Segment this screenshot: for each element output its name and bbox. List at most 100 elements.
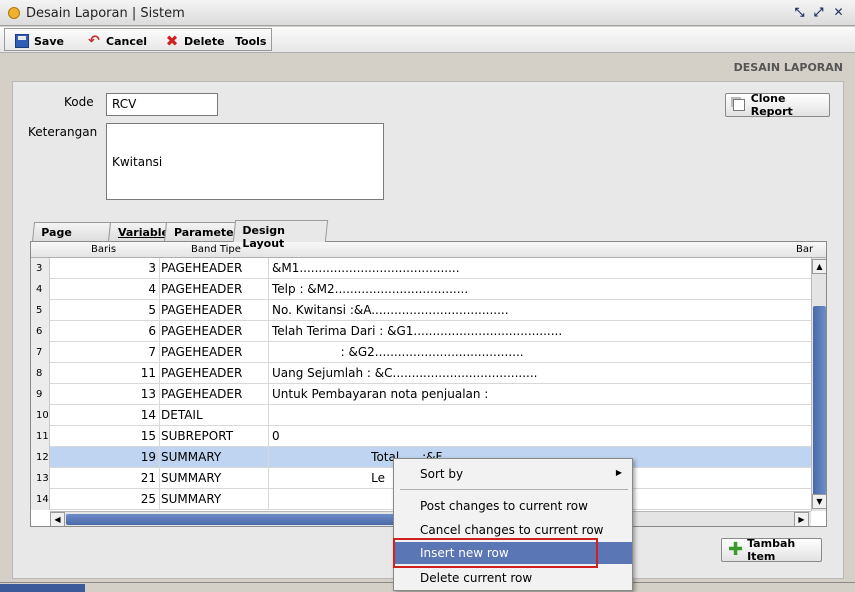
page-title: DESAIN LAPORAN xyxy=(733,61,843,74)
save-label: Save xyxy=(34,34,64,48)
cell-text[interactable]: Uang Sejumlah : &C......................… xyxy=(272,363,792,384)
cancel-label: Cancel xyxy=(106,34,148,48)
table-row[interactable]: 9 13 PAGEHEADER Untuk Pembayaran nota penju… xyxy=(31,384,811,405)
toolbar: Save ↶ Cancel ✖ Delete Tools xyxy=(0,27,855,53)
row-index[interactable]: 6 xyxy=(31,321,50,342)
row-index[interactable]: 11 xyxy=(31,426,50,447)
table-row[interactable]: 7 7 PAGEHEADER : &G2......................… xyxy=(31,342,811,363)
cell-baris[interactable]: 3 xyxy=(50,258,160,279)
vertical-scrollbar[interactable]: ▲ ▼ xyxy=(811,258,826,511)
cell-band-tipe[interactable]: PAGEHEADER xyxy=(160,300,269,321)
row-index[interactable]: 13 xyxy=(31,468,50,489)
cell-baris[interactable]: 21 xyxy=(50,468,160,489)
cell-baris[interactable]: 15 xyxy=(50,426,160,447)
cell-baris[interactable]: 7 xyxy=(50,342,160,363)
col-band-header[interactable]: Band Tipe xyxy=(191,244,241,255)
keterangan-field[interactable]: Kwitansi xyxy=(106,123,384,200)
cell-text[interactable]: &M1.....................................… xyxy=(272,258,792,279)
menu-sort-by[interactable]: Sort by ▶ xyxy=(394,463,632,485)
scroll-right-icon[interactable]: ▶ xyxy=(794,512,809,526)
cell-baris[interactable]: 11 xyxy=(50,363,160,384)
cell-band-tipe[interactable]: DETAIL xyxy=(160,405,269,426)
tab-variable[interactable]: Variable xyxy=(107,222,169,242)
vertical-scroll-thumb[interactable] xyxy=(813,306,826,496)
close-icon[interactable]: ✕ xyxy=(831,5,846,20)
cell-baris[interactable]: 19 xyxy=(50,447,160,468)
row-index[interactable]: 14 xyxy=(31,489,50,510)
cell-band-tipe[interactable]: SUBREPORT xyxy=(160,426,269,447)
horizontal-scroll-thumb[interactable] xyxy=(66,514,396,525)
tab-page-setup[interactable]: Page Setup xyxy=(31,222,112,252)
window-title: Desain Laporan | Sistem xyxy=(26,6,185,21)
row-index[interactable]: 7 xyxy=(31,342,50,363)
cell-band-tipe[interactable]: SUMMARY xyxy=(160,468,269,489)
cell-band-tipe[interactable]: PAGEHEADER xyxy=(160,363,269,384)
table-row[interactable]: 10 14 DETAIL xyxy=(31,405,811,426)
row-index[interactable]: 8 xyxy=(31,363,50,384)
cell-baris[interactable]: 4 xyxy=(50,279,160,300)
row-index[interactable]: 4 xyxy=(31,279,50,300)
window-titlebar: Desain Laporan | Sistem ⤡ ⤢ ✕ xyxy=(0,0,855,26)
cell-text[interactable]: Telah Terima Dari : &G1.................… xyxy=(272,321,792,342)
delete-button[interactable]: ✖ Delete xyxy=(165,33,225,49)
cell-text[interactable]: : &G2...................................… xyxy=(272,342,792,363)
undo-icon: ↶ xyxy=(88,33,100,49)
row-index[interactable]: 5 xyxy=(31,300,50,321)
table-row[interactable]: 5 5 PAGEHEADER No. Kwitansi :&A............… xyxy=(31,300,811,321)
cell-band-tipe[interactable]: PAGEHEADER xyxy=(160,258,269,279)
cell-text[interactable]: Telp : &M2..............................… xyxy=(272,279,792,300)
delete-x-icon: ✖ xyxy=(165,32,179,50)
table-row[interactable]: 4 4 PAGEHEADER Telp : &M2..................… xyxy=(31,279,811,300)
clone-report-button[interactable]: Clone Report xyxy=(725,92,830,118)
submenu-arrow-icon: ▶ xyxy=(615,468,622,477)
tab-parameter[interactable]: Parameter xyxy=(163,222,239,242)
cell-baris[interactable]: 5 xyxy=(50,300,160,321)
cell-band-tipe[interactable]: SUMMARY xyxy=(160,489,269,510)
cell-band-tipe[interactable]: PAGEHEADER xyxy=(160,384,269,405)
delete-label: Delete xyxy=(184,34,225,48)
cell-band-tipe[interactable]: PAGEHEADER xyxy=(160,321,269,342)
scroll-up-icon[interactable]: ▲ xyxy=(812,259,826,274)
row-index[interactable]: 3 xyxy=(31,258,50,279)
context-menu: Sort by ▶ Post changes to current row Ca… xyxy=(393,458,633,591)
cancel-button[interactable]: ↶ Cancel xyxy=(87,33,147,49)
cell-band-tipe[interactable]: PAGEHEADER xyxy=(160,279,269,300)
kode-field[interactable]: RCV xyxy=(106,93,218,116)
menu-separator xyxy=(400,489,628,490)
menu-delete-current-row[interactable]: Delete current row xyxy=(394,567,632,589)
cell-baris[interactable]: 25 xyxy=(50,489,160,510)
tambah-item-button[interactable]: ✚ Tambah Item xyxy=(721,537,822,563)
restore-icon[interactable]: ⤡ xyxy=(792,5,807,20)
tab-design-layout[interactable]: Design Layout xyxy=(232,220,329,250)
scroll-down-icon[interactable]: ▼ xyxy=(812,494,826,509)
cell-band-tipe[interactable]: SUMMARY xyxy=(160,447,269,468)
tools-button[interactable]: Tools xyxy=(235,33,266,49)
cell-text[interactable]: Untuk Pembayaran nota penjualan : xyxy=(272,384,792,405)
grid-header: Baris Band Tipe Bar xyxy=(31,242,826,258)
highlight-annotation xyxy=(393,538,598,568)
table-row[interactable]: 3 3 PAGEHEADER &M1.........................… xyxy=(31,258,811,279)
table-row[interactable]: 11 15 SUBREPORT 0 xyxy=(31,426,811,447)
keterangan-label: Keterangan xyxy=(28,125,98,139)
table-row[interactable]: 6 6 PAGEHEADER Telah Terima Dari : &G1.....… xyxy=(31,321,811,342)
col-baris-header[interactable]: Baris xyxy=(91,244,116,255)
menu-post-changes[interactable]: Post changes to current row xyxy=(394,495,632,517)
cell-baris[interactable]: 6 xyxy=(50,321,160,342)
plus-icon: ✚ xyxy=(728,539,744,560)
cell-baris[interactable]: 14 xyxy=(50,405,160,426)
copy-icon xyxy=(733,99,745,111)
maximize-icon[interactable]: ⤢ xyxy=(811,5,826,20)
row-index[interactable]: 10 xyxy=(31,405,50,426)
cell-text[interactable]: 0 xyxy=(272,426,792,447)
cell-band-tipe[interactable]: PAGEHEADER xyxy=(160,342,269,363)
row-index[interactable]: 9 xyxy=(31,384,50,405)
scroll-left-icon[interactable]: ◀ xyxy=(50,512,65,526)
cell-baris[interactable]: 13 xyxy=(50,384,160,405)
cell-text[interactable]: No. Kwitansi :&A........................… xyxy=(272,300,792,321)
col-bar-header[interactable]: Bar xyxy=(796,244,813,255)
row-index[interactable]: 12 xyxy=(31,447,50,468)
cell-text[interactable] xyxy=(272,405,792,426)
table-row[interactable]: 8 11 PAGEHEADER Uang Sejumlah : &C.........… xyxy=(31,363,811,384)
save-button[interactable]: Save xyxy=(15,33,64,49)
tambah-item-label: Tambah Item xyxy=(747,537,796,563)
